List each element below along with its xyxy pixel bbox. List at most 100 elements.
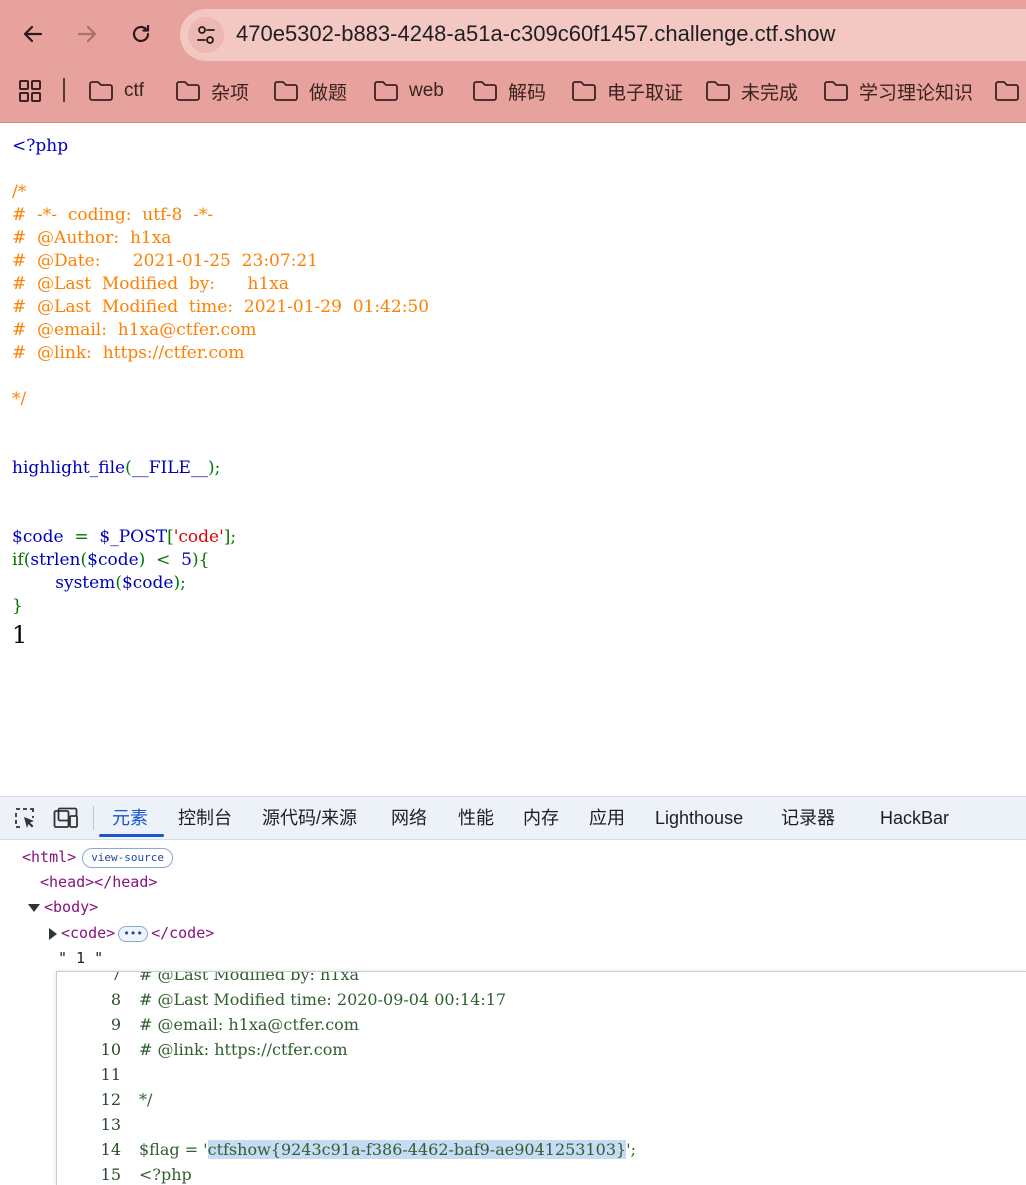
devtools-tab[interactable]: 应用 (589, 797, 625, 839)
back-button[interactable] (13, 14, 53, 54)
folder-icon (473, 81, 497, 101)
bookmark-label: 做题 (309, 82, 348, 104)
dom-text-node[interactable]: " 1 " (58, 947, 103, 969)
code-line: <?php (12, 135, 429, 158)
line-text: # @email: h1xa@ctfer.com (139, 1015, 359, 1034)
line-number: 7 (110, 971, 121, 984)
site-info-button[interactable] (188, 17, 224, 53)
device-toolbar-icon (53, 807, 78, 828)
devtools-toolbar: 元素 控制台 源代码/来源 网络 性能 内存 应用 Lighthouse 记录器 HackBar (0, 797, 1026, 840)
expand-triangle-icon[interactable] (28, 903, 40, 912)
reload-button[interactable] (121, 14, 161, 54)
devtools-tab[interactable]: 控制台 (178, 797, 232, 839)
devtools-tab[interactable]: 元素 (112, 797, 148, 839)
source-line: 15 <?php (57, 1162, 192, 1185)
bookmark-folder[interactable]: 杂项 (175, 70, 249, 112)
code-token: } (12, 596, 23, 616)
devtools-tab[interactable]: Lighthouse (655, 797, 743, 839)
ellipsis-badge[interactable]: ••• (118, 925, 149, 942)
arrow-right-icon (77, 25, 97, 43)
line-text: # @Last Modified time: 2020-09-04 00:14:… (139, 990, 507, 1009)
dom-node-body[interactable]: <body> (28, 896, 98, 918)
line-number: 15 (100, 1165, 121, 1184)
html-tag: <html> (22, 848, 77, 866)
code-token: $_POST (93, 527, 168, 547)
inspect-element-button[interactable] (12, 806, 38, 830)
code-line: if(strlen($code) < 5){ (12, 549, 429, 572)
device-toolbar-button[interactable] (53, 806, 79, 830)
bookmark-folder[interactable]: 做题 (273, 70, 347, 112)
code-token: # @Last Modified by: h1xa (12, 274, 290, 294)
body-tag: <body> (44, 898, 99, 916)
dom-node-head[interactable]: <head></head> (40, 871, 157, 893)
devtools-tab[interactable]: HackBar (880, 797, 949, 839)
line-number: 14 (100, 1140, 121, 1159)
code-token: ){ (192, 550, 210, 570)
bookmark-folder[interactable]: 电子取证 (571, 70, 683, 112)
devtools-tab[interactable]: 内存 (523, 797, 559, 839)
devtools-tab[interactable]: 网络 (391, 797, 427, 839)
code-token: ( (125, 458, 132, 478)
folder-icon (995, 81, 1019, 101)
code-line: # @Last Modified time: 2021-01-29 01:42:… (12, 296, 429, 319)
folder-icon (706, 81, 730, 101)
bookmark-folder[interactable]: 解码 (472, 70, 546, 112)
folder-icon (176, 81, 200, 101)
code-token: ); (207, 458, 221, 478)
source-line: 10 # @link: https://ctfer.com (57, 1037, 348, 1062)
line-text: # @Last Modified by: h1xa (139, 971, 360, 984)
code-token: [ (167, 527, 174, 547)
code-line: $code = $_POST['code']; (12, 526, 429, 549)
line-number: 9 (110, 1015, 121, 1034)
apps-button[interactable] (18, 70, 52, 112)
code-open-tag: <code> (61, 924, 116, 942)
bookmark-label: web (409, 80, 444, 101)
dom-tree: <html> view-source <head></head> <body> <… (0, 839, 1026, 969)
code-token: ); (173, 573, 186, 593)
line-text: */ (139, 1090, 153, 1109)
code-line: # @Author: h1xa (12, 227, 429, 250)
forward-button[interactable] (67, 14, 107, 54)
reload-icon (132, 24, 150, 43)
dom-node-code[interactable]: <code> ••• </code> (49, 922, 214, 944)
code-line: system($code); (12, 572, 429, 595)
url-text: 470e5302-b883-4248-a51a-c309c60f1457.cha… (236, 21, 836, 46)
flag-highlight[interactable]: ctfshow{9243c91a-f386-4462-baf9-ae904125… (207, 1140, 627, 1159)
devtools-tab[interactable]: 源代码/来源 (262, 797, 357, 839)
code-token: ]; (223, 527, 237, 547)
code-token: $code (121, 573, 174, 593)
bookmark-folder[interactable]: 学习理论知识 (823, 70, 973, 112)
address-bar[interactable]: 470e5302-b883-4248-a51a-c309c60f1457.cha… (180, 9, 1026, 61)
code-token: system (55, 573, 116, 593)
code-line: highlight_file(__FILE__); (12, 457, 429, 480)
bookmark-folder[interactable]: 未完成 (705, 70, 798, 112)
dom-node-html[interactable]: <html> view-source (22, 846, 174, 868)
code-token: if( (12, 550, 31, 570)
bookmark-label: 解码 (508, 82, 547, 104)
source-line: 14 $flag = 'ctfshow{9243c91a-f386-4462-ba… (57, 1137, 636, 1162)
bookmark-folder-overflow[interactable] (994, 70, 1026, 112)
bookmark-folder[interactable]: web (373, 70, 444, 112)
active-tab-indicator (99, 834, 164, 837)
view-source-badge[interactable]: view-source (82, 847, 174, 868)
devtools-panel: 元素 控制台 源代码/来源 网络 性能 内存 应用 Lighthouse 记录器 HackBar … (0, 796, 1026, 1185)
devtools-tab[interactable]: 性能 (458, 797, 494, 839)
code-line: # @Last Modified by: h1xa (12, 273, 429, 296)
line-text: # @link: https://ctfer.com (139, 1040, 348, 1059)
arrow-left-icon (23, 25, 43, 43)
page-content: <?php /* # -*- coding: utf-8 -*- # @Author… (0, 123, 1026, 795)
collapse-triangle-icon[interactable] (49, 927, 57, 940)
devtools-tab[interactable]: 记录器 (781, 797, 835, 839)
bookmark-folder[interactable]: ctf (88, 70, 144, 112)
flag-suffix: '; (626, 1140, 636, 1159)
code-line: # @link: https://ctfer.com (12, 342, 429, 365)
source-line: 8 # @Last Modified time: 2020-09-04 00:14… (57, 987, 506, 1012)
code-token: strlen (30, 550, 81, 570)
code-token: ( (115, 573, 122, 593)
code-token: <?php (12, 136, 69, 156)
code-line: # @email: h1xa@ctfer.com (12, 319, 429, 342)
